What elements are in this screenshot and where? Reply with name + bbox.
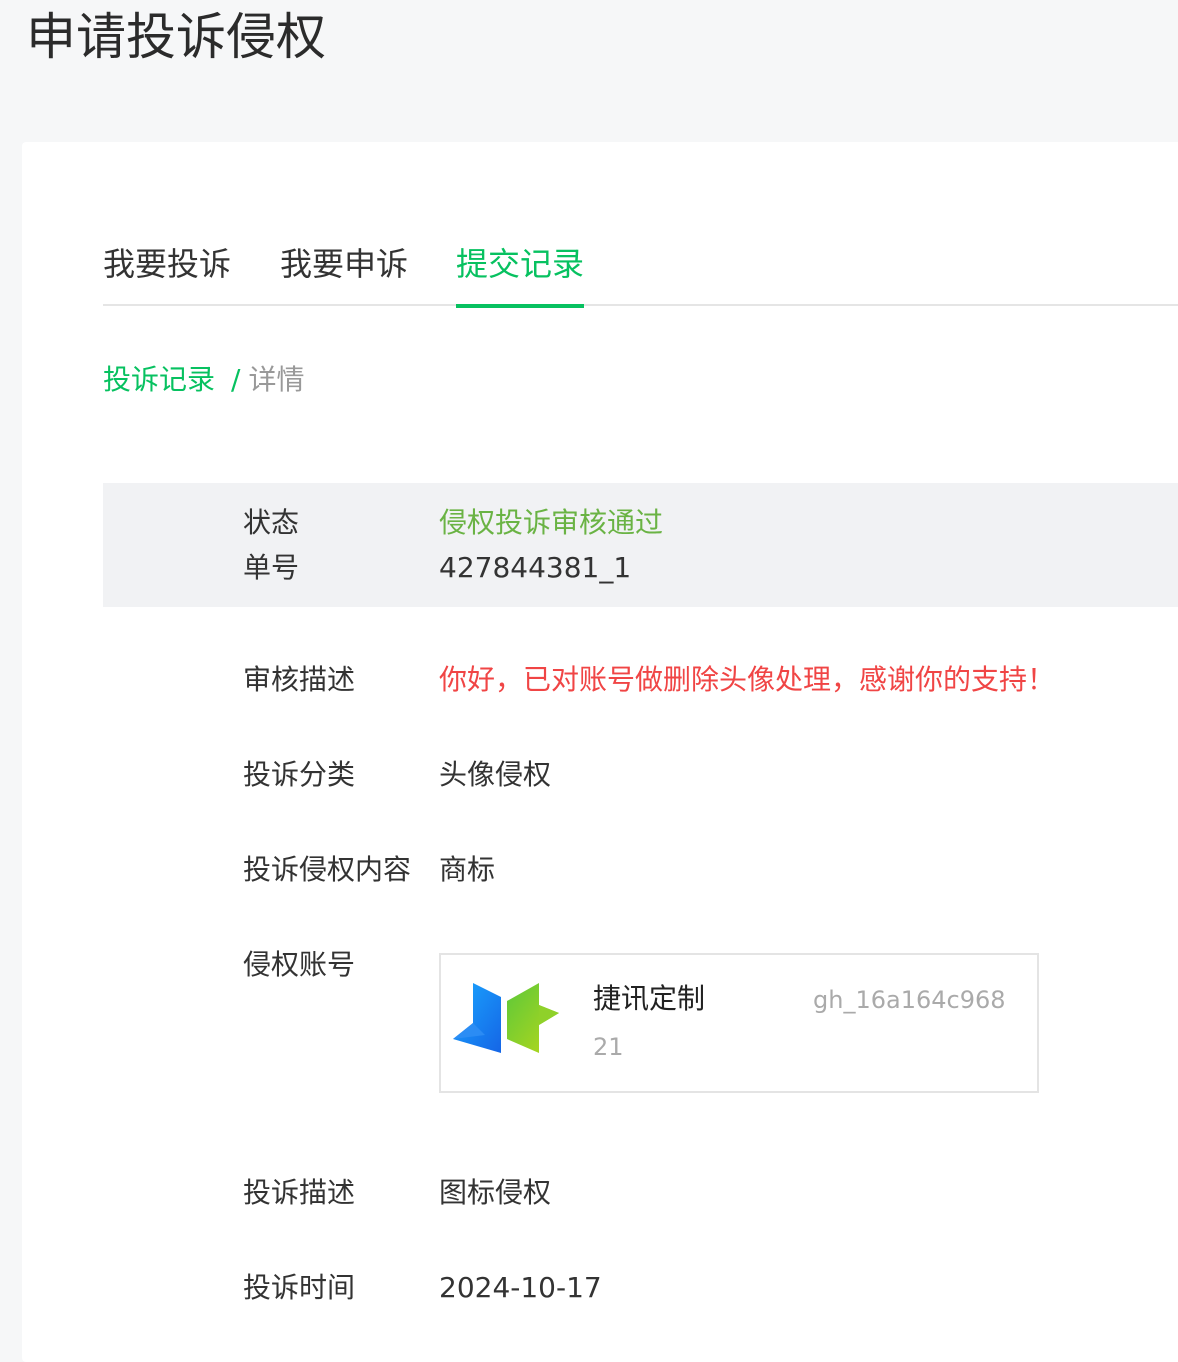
- breadcrumb-records-link[interactable]: 投诉记录: [103, 363, 215, 396]
- review-desc-value: 你好，已对账号做删除头像处理，感谢你的支持！: [439, 663, 1056, 696]
- review-desc-label: 审核描述: [243, 663, 356, 696]
- breadcrumb-separator: /: [231, 363, 241, 396]
- tab-complain[interactable]: 我要投诉: [103, 236, 231, 306]
- tab-appeal[interactable]: 我要申诉: [280, 236, 408, 306]
- content-value: 商标: [439, 853, 496, 886]
- breadcrumb: 投诉记录 / 详情: [103, 362, 304, 398]
- complaint-desc-label: 投诉描述: [243, 1176, 356, 1209]
- status-label: 状态: [243, 506, 300, 539]
- status-value: 侵权投诉审核通过: [439, 506, 664, 539]
- order-value: 427844381_1: [439, 551, 632, 584]
- account-label: 侵权账号: [243, 948, 356, 981]
- account-count: 21: [593, 1033, 624, 1061]
- brand-logo-icon: [453, 983, 563, 1061]
- tab-records[interactable]: 提交记录: [456, 236, 585, 308]
- order-label: 单号: [243, 551, 300, 584]
- breadcrumb-current: 详情: [248, 363, 305, 396]
- complaint-time-value: 2024-10-17: [439, 1271, 602, 1304]
- tab-bar: 我要投诉 我要申诉 提交记录: [103, 236, 1178, 308]
- status-summary: 状态 侵权投诉审核通过 单号 427844381_1: [103, 483, 1178, 607]
- complaint-time-label: 投诉时间: [243, 1271, 356, 1304]
- account-id: gh_16a164c968: [813, 986, 1006, 1014]
- detail-card: 我要投诉 我要申诉 提交记录 投诉记录 / 详情 状态 侵权投诉审核通过 单号 42…: [22, 142, 1178, 1362]
- category-value: 头像侵权: [439, 758, 552, 791]
- account-card[interactable]: 捷讯定制 gh_16a164c968 21: [439, 953, 1039, 1093]
- complaint-desc-value: 图标侵权: [439, 1176, 552, 1209]
- page-title: 申请投诉侵权: [26, 8, 326, 66]
- content-label: 投诉侵权内容: [243, 853, 412, 886]
- account-name: 捷讯定制: [593, 982, 706, 1015]
- category-label: 投诉分类: [243, 758, 356, 791]
